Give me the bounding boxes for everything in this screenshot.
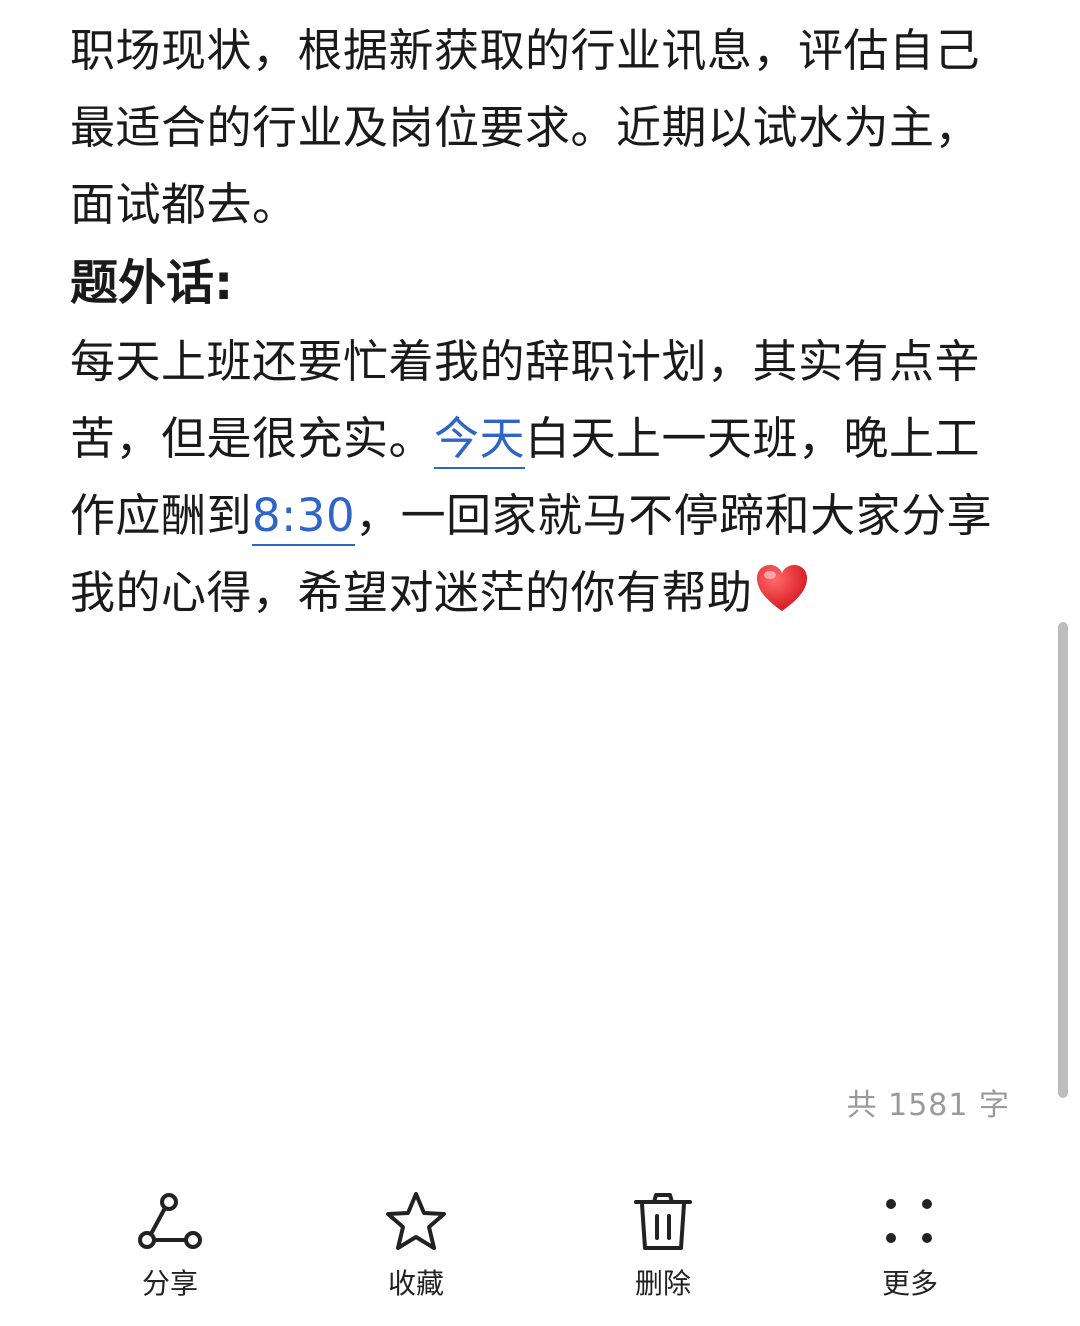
- favorite-label: 收藏: [387, 1267, 444, 1300]
- trash-icon: [634, 1193, 692, 1250]
- time-link[interactable]: 8:30: [252, 489, 356, 546]
- scrollbar[interactable]: [1058, 622, 1068, 1098]
- note-content: 职场现状，根据新获取的行业讯息，评估自己最适合的行业及岗位要求。近期以试水为主，…: [70, 12, 1010, 631]
- more-label: 更多: [881, 1267, 938, 1300]
- paragraph-intro: 职场现状，根据新获取的行业讯息，评估自己最适合的行业及岗位要求。近期以试水为主，…: [70, 24, 981, 231]
- paragraph-aside: 每天上班还要忙着我的辞职计划，其实有点辛苦，但是很充实。今天白天上一天班，晚上工…: [70, 323, 1010, 631]
- share-icon: [138, 1193, 202, 1249]
- share-label: 分享: [141, 1267, 198, 1300]
- bottom-toolbar: 分享 收藏 删除 更多: [0, 1180, 1080, 1320]
- word-count: 共 1581 字: [846, 1088, 1010, 1123]
- delete-button[interactable]: 删除: [603, 1180, 723, 1302]
- more-button[interactable]: 更多: [850, 1180, 970, 1302]
- share-button[interactable]: 分享: [110, 1180, 230, 1302]
- delete-label: 删除: [634, 1267, 691, 1300]
- section-heading: 题外话:: [70, 255, 234, 311]
- star-icon: [386, 1192, 446, 1250]
- heart-icon: [755, 560, 809, 611]
- date-link-today[interactable]: 今天: [434, 412, 526, 469]
- favorite-button[interactable]: 收藏: [356, 1180, 476, 1302]
- more-icon: [886, 1199, 932, 1243]
